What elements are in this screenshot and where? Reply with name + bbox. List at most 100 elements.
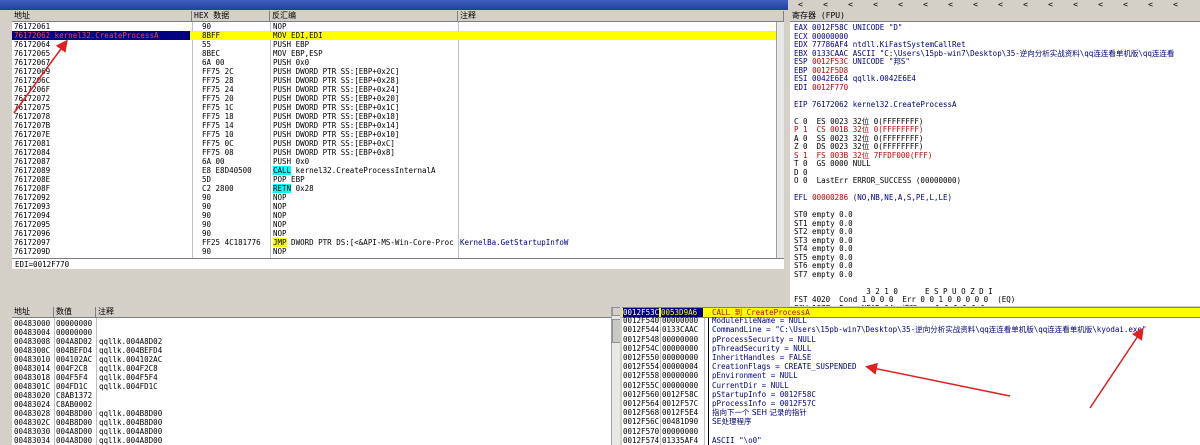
- disasm-row[interactable]: 7617206C FF75 28 PUSH DWORD PTR SS:[EBP+0x…: [12, 76, 776, 85]
- stack-row[interactable]: 0012F558 00000000 pEnvironment = NULL: [622, 371, 1200, 380]
- stack-row[interactable]: 0012F548 00000000 pProcessSecurity = NULL: [622, 335, 1200, 344]
- disasm-row[interactable]: 7617208E 5D POP EBP: [12, 175, 776, 184]
- dump-row[interactable]: 00483008 004A8D02 qqllk.004A8D02: [12, 337, 610, 346]
- toolbar-arrow-button[interactable]: <: [1095, 0, 1106, 9]
- disasm-row[interactable]: 76172084 FF75 08 PUSH DWORD PTR SS:[EBP+0x…: [12, 148, 776, 157]
- disasm-row[interactable]: 76172072 FF75 20 PUSH DWORD PTR SS:[EBP+0x…: [12, 94, 776, 103]
- dump-value: 00000000: [56, 328, 93, 337]
- stack-row[interactable]: 0012F554 00000004 CreationFlags = CREATE_S…: [622, 362, 1200, 371]
- col-comment-header[interactable]: 注释: [458, 11, 784, 21]
- disasm-row[interactable]: 76172069 FF75 2C PUSH DWORD PTR SS:[EBP+0x…: [12, 67, 776, 76]
- toolbar-arrow-button[interactable]: <: [945, 0, 956, 9]
- dump-row[interactable]: 00483030 004A8D00 qqllk.004A8D00: [12, 427, 610, 436]
- disasm-address: 76172094: [14, 211, 51, 220]
- disasm-row[interactable]: 76172095 90 NOP: [12, 220, 776, 229]
- stack-address: 0012F558: [623, 371, 660, 381]
- col-disasm-header[interactable]: 反汇编: [270, 11, 458, 21]
- disasm-instruction: NOP: [273, 193, 287, 202]
- stack-row[interactable]: 0012F56C 00481D90 SE处理程序: [622, 417, 1200, 426]
- stack-row[interactable]: 0012F570 00000000: [622, 427, 1200, 436]
- stack-row[interactable]: 0012F574 01335AF4 ASCII "\o0": [622, 436, 1200, 445]
- toolbar-arrow-button[interactable]: <: [820, 0, 831, 9]
- dump-rows: 00483000 00000000 00483004 00000000 00483008…: [12, 319, 610, 445]
- dump-row[interactable]: 00483004 00000000: [12, 328, 610, 337]
- disasm-row[interactable]: 7617206F FF75 24 PUSH DWORD PTR SS:[EBP+0x…: [12, 85, 776, 94]
- disassembly-pane[interactable]: 地址 HEX 数据 反汇编 注释 76172061 90 NOP 76172062 k…: [12, 11, 784, 269]
- disassembly-scrollbar[interactable]: [776, 22, 784, 258]
- stack-row[interactable]: 0012F540 00000000 ModuleFileName = NULL: [622, 316, 1200, 325]
- dump-row[interactable]: 00483024 C8AB0002: [12, 400, 610, 409]
- dump-address: 00483008: [14, 337, 51, 346]
- stack-row[interactable]: 0012F560 0012F58C pStartupInfo = 0012F58C: [622, 390, 1200, 399]
- disasm-row[interactable]: 7617209D 90 NOP: [12, 247, 776, 256]
- disasm-row[interactable]: 76172096 90 NOP: [12, 229, 776, 238]
- toolbar-arrow-button[interactable]: <: [1145, 0, 1156, 9]
- disasm-row[interactable]: 76172092 90 NOP: [12, 193, 776, 202]
- disasm-row[interactable]: 76172081 FF75 0C PUSH DWORD PTR SS:[EBP+0x…: [12, 139, 776, 148]
- toolbar-arrow-button[interactable]: <: [895, 0, 906, 9]
- disasm-hex: 90: [202, 211, 212, 220]
- dump-row[interactable]: 00483018 004F5F4 qqllk.004F5F4: [12, 373, 610, 382]
- toolbar-arrow-button[interactable]: <: [1045, 0, 1056, 9]
- col-address-header[interactable]: 地址: [12, 11, 192, 21]
- col-hex-header[interactable]: HEX 数据: [192, 11, 270, 21]
- dump-scrollbar[interactable]: [611, 307, 620, 445]
- toolbar-arrow-button[interactable]: <: [795, 0, 806, 9]
- disasm-row[interactable]: 7617208F C2 2800 RETN 0x28: [12, 184, 776, 193]
- toolbar-arrow-button[interactable]: <: [995, 0, 1006, 9]
- dump-row[interactable]: 00483028 004B8D00 qqllk.004B8D00: [12, 409, 610, 418]
- dump-col-comment[interactable]: 注释: [96, 307, 612, 317]
- toolbar-arrow-button[interactable]: <: [1020, 0, 1031, 9]
- dump-scroll-up[interactable]: [612, 307, 620, 316]
- toolbar-arrow-button[interactable]: <: [870, 0, 881, 9]
- disasm-row[interactable]: 76172061 90 NOP: [12, 22, 776, 31]
- disasm-hex: FF75 10: [202, 130, 234, 139]
- disasm-row[interactable]: 76172093 90 NOP: [12, 202, 776, 211]
- dump-col-value[interactable]: 数值: [54, 307, 96, 317]
- disasm-row[interactable]: 76172094 90 NOP: [12, 211, 776, 220]
- disasm-row[interactable]: 7617207E FF75 10 PUSH DWORD PTR SS:[EBP+0x…: [12, 130, 776, 139]
- dump-row[interactable]: 00483014 004F2C8 qqllk.004F2C8: [12, 364, 610, 373]
- dump-comment: qqllk.004F5F4: [99, 373, 158, 382]
- registers-title[interactable]: 寄存器 (FPU): [790, 11, 1200, 21]
- dump-col-address[interactable]: 地址: [12, 307, 54, 317]
- dump-row[interactable]: 0048301C 004FD1C qqllk.004FD1C: [12, 382, 610, 391]
- stack-row[interactable]: 0012F54C 00000000 pThreadSecurity = NULL: [622, 344, 1200, 353]
- disasm-address: 76172084: [14, 148, 51, 157]
- disasm-row[interactable]: 76172067 6A 00 PUSH 0x0: [12, 58, 776, 67]
- dump-row[interactable]: 00483010 004102AC qqllk.004102AC: [12, 355, 610, 364]
- disasm-row[interactable]: 76172097 FF25 4C181776 JMP DWORD PTR DS:[<…: [12, 238, 776, 247]
- dump-row[interactable]: 0048302C 004B8D00 qqllk.004B8D00: [12, 418, 610, 427]
- disasm-row[interactable]: 76172062 kernel32.CreateProcessA 8BFF MOV …: [12, 31, 776, 40]
- stack-row[interactable]: 0012F568 0012F5E4 指向下一个 SEH 记录的指针: [622, 408, 1200, 417]
- stack-row[interactable]: 0012F564 0012F57C pProcessInfo = 0012F57C: [622, 399, 1200, 408]
- toolbar-arrow-button[interactable]: <: [1070, 0, 1081, 9]
- stack-row[interactable]: 0012F55C 00000000 CurrentDir = NULL: [622, 381, 1200, 390]
- dump-scroll-thumb[interactable]: [612, 319, 620, 343]
- stack-row[interactable]: 0012F544 0133CAAC CommandLine = "C:\Users\…: [622, 325, 1200, 334]
- disasm-row[interactable]: 76172089 E8 E8D40500 CALL kernel32.CreateP…: [12, 166, 776, 175]
- disasm-row[interactable]: 7617207B FF75 14 PUSH DWORD PTR SS:[EBP+0x…: [12, 121, 776, 130]
- dump-row[interactable]: 00483000 00000000: [12, 319, 610, 328]
- toolbar-arrow-button[interactable]: <: [920, 0, 931, 9]
- disasm-row[interactable]: 76172078 FF75 18 PUSH DWORD PTR SS:[EBP+0x…: [12, 112, 776, 121]
- dump-row[interactable]: 00483034 004A8D00 qqllk.004A8D00: [12, 436, 610, 445]
- memory-dump-pane[interactable]: 地址 数值 注释 00483000 00000000 00483004 0000000…: [12, 307, 620, 445]
- dump-value: 004FD1C: [56, 382, 88, 391]
- dump-row[interactable]: 00483020 C8AB1372: [12, 391, 610, 400]
- toolbar-arrow-button[interactable]: <: [1170, 0, 1181, 9]
- registers-pane[interactable]: 寄存器 (FPU) EAX 0012F58C UNICODE "D" ECX 00…: [790, 11, 1200, 306]
- disasm-address: 7617208F: [14, 184, 51, 193]
- toolbar-arrow-button[interactable]: <: [845, 0, 856, 9]
- dump-row[interactable]: 0048300C 004BEFD4 qqllk.004BEFD4: [12, 346, 610, 355]
- toolbar-arrow-button[interactable]: <: [970, 0, 981, 9]
- disasm-row[interactable]: 76172075 FF75 1C PUSH DWORD PTR SS:[EBP+0x…: [12, 103, 776, 112]
- dump-value: 004A8D00: [56, 427, 93, 436]
- disasm-row[interactable]: 76172087 6A 00 PUSH 0x0: [12, 157, 776, 166]
- stack-pane[interactable]: 0012F53C 0053D9A6 CALL 到 CreateProcessA 001…: [622, 307, 1200, 445]
- disasm-row[interactable]: 76172065 8BEC MOV EBP,ESP: [12, 49, 776, 58]
- toolbar-strip: < < < < < < < < < < < < < < < <: [0, 0, 1200, 10]
- stack-row[interactable]: 0012F550 00000000 InheritHandles = FALSE: [622, 353, 1200, 362]
- toolbar-arrow-button[interactable]: <: [1120, 0, 1131, 9]
- disasm-row[interactable]: 76172064 55 PUSH EBP: [12, 40, 776, 49]
